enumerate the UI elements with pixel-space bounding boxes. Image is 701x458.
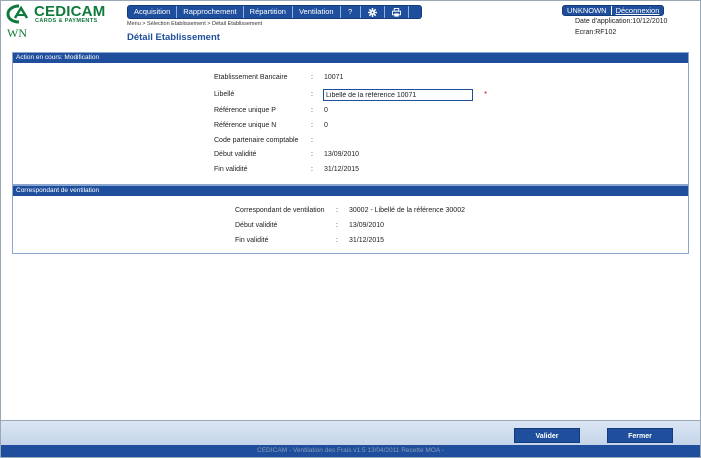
menu-help[interactable]: ?: [341, 6, 361, 18]
screen-id: Ecran:RF102: [575, 29, 617, 36]
menu-repartition[interactable]: Répartition: [244, 6, 293, 18]
field-separator: :: [336, 237, 338, 244]
field-separator: :: [311, 122, 313, 129]
validate-button[interactable]: Valider: [514, 428, 580, 443]
menu-rapprochement[interactable]: Rapprochement: [177, 6, 244, 18]
field-separator: :: [311, 107, 313, 114]
printer-icon: [391, 7, 401, 17]
field-label: Correspondant de ventilation: [235, 207, 325, 214]
field-separator: :: [311, 151, 313, 158]
breadcrumb: Menu > Sélection Etablissement > Détail …: [127, 21, 263, 27]
menu-acquisition[interactable]: Acquisition: [128, 6, 178, 18]
field-value: 10071: [324, 74, 344, 81]
status-bar: CEDICAM - Ventilation des Frais v1.5 13/…: [1, 445, 700, 457]
field-separator: :: [336, 207, 338, 214]
field-value: 13/09/2010: [349, 222, 385, 229]
field-value: 0: [324, 122, 328, 129]
field-label: Référence unique P: [214, 107, 276, 114]
panel-title: Action en cours: Modification: [13, 53, 688, 63]
field-separator: :: [311, 137, 313, 144]
libelle-input[interactable]: [323, 89, 473, 101]
logo-mark-icon: [6, 4, 29, 24]
field-value: 0: [324, 107, 328, 114]
establishment-panel: Action en cours: Modification Etablissem…: [12, 52, 689, 185]
field-label: Libellé: [214, 91, 235, 98]
field-label: Fin validité: [214, 166, 248, 173]
field-separator: :: [311, 91, 313, 98]
field-separator: :: [336, 222, 338, 229]
field-label: Fin validité: [235, 237, 269, 244]
field-label: Etablissement Bancaire: [214, 74, 288, 81]
logout-link[interactable]: Déconnexion: [612, 6, 664, 15]
field-separator: :: [311, 166, 313, 173]
field-value: 31/12/2015: [324, 166, 360, 173]
field-value: 31/12/2015: [349, 237, 385, 244]
user-name: UNKNOWN: [563, 6, 612, 15]
gear-icon: [367, 7, 377, 17]
panel-title: Correspondant de ventilation: [13, 186, 688, 196]
field-label: Code partenaire comptable: [214, 137, 299, 144]
required-marker: *: [484, 90, 488, 99]
ventilation-panel: Correspondant de ventilation Corresponda…: [12, 185, 689, 254]
field-label: Référence unique N: [214, 122, 277, 129]
page-title: Détail Etablissement: [127, 32, 220, 43]
logo-subtitle: CARDS & PAYMENTS: [35, 18, 98, 24]
close-button[interactable]: Fermer: [607, 428, 673, 443]
settings-button[interactable]: [361, 6, 385, 18]
app-code: WN: [7, 26, 27, 40]
print-button[interactable]: [385, 6, 409, 18]
menu-ventilation[interactable]: Ventilation: [293, 6, 341, 18]
company-logo: CEDICAM CARDS & PAYMENTS: [6, 3, 124, 25]
main-menu: Acquisition Rapprochement Répartition Ve…: [127, 5, 422, 19]
field-separator: :: [311, 74, 313, 81]
field-label: Début validité: [235, 222, 278, 229]
user-box: UNKNOWN Déconnexion: [562, 5, 665, 16]
menu-end-cap: [409, 6, 421, 18]
field-value: 13/09/2010: [324, 151, 360, 158]
field-value: 30002 - Libellé de la référence 30002: [349, 207, 465, 214]
field-label: Début validité: [214, 151, 257, 158]
application-date: Date d'application:10/12/2010: [575, 18, 668, 25]
